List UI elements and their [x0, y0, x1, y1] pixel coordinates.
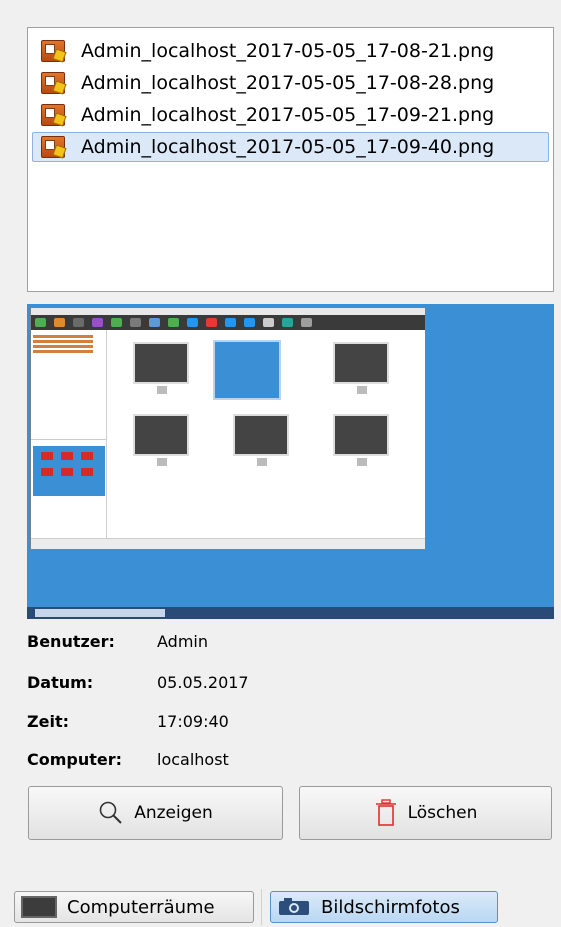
computer-value: localhost	[157, 750, 229, 769]
bottom-tab-bar: Computerräume Bildschirmfotos	[0, 885, 561, 927]
user-value: Admin	[157, 632, 208, 651]
show-button[interactable]: Anzeigen	[28, 786, 283, 840]
preview-sidebar	[31, 330, 107, 540]
time-value: 17:09:40	[157, 712, 229, 731]
delete-button[interactable]: Löschen	[299, 786, 552, 840]
file-name: Admin_localhost_2017-05-05_17-09-40.png	[81, 136, 495, 158]
file-list-item[interactable]: Admin_localhost_2017-05-05_17-09-21.png	[32, 100, 549, 130]
file-name: Admin_localhost_2017-05-05_17-08-21.png	[81, 40, 495, 62]
date-value: 05.05.2017	[157, 673, 249, 692]
file-name: Admin_localhost_2017-05-05_17-08-28.png	[81, 72, 495, 94]
preview-statusbar	[31, 538, 425, 549]
image-file-icon	[41, 104, 67, 127]
delete-button-label: Löschen	[407, 803, 478, 823]
screenshot-preview	[27, 304, 554, 619]
trash-icon	[375, 799, 396, 826]
show-button-label: Anzeigen	[134, 803, 213, 823]
file-list-item-selected[interactable]: Admin_localhost_2017-05-05_17-09-40.png	[32, 132, 549, 162]
file-name: Admin_localhost_2017-05-05_17-09-21.png	[81, 104, 495, 126]
computer-label: Computer:	[27, 750, 123, 769]
preview-toolbar	[31, 315, 425, 330]
tab-screenshots[interactable]: Bildschirmfotos	[270, 891, 498, 923]
preview-taskbar	[27, 607, 554, 619]
camera-icon	[277, 897, 311, 917]
time-label: Zeit:	[27, 712, 69, 731]
image-file-icon	[41, 72, 67, 95]
tab-computer-rooms-label: Computerräume	[67, 896, 215, 918]
preview-app-window	[30, 307, 426, 550]
tab-screenshots-label: Bildschirmfotos	[321, 896, 460, 918]
tab-separator	[261, 889, 262, 925]
image-file-icon	[41, 136, 67, 159]
preview-computer-grid	[109, 330, 425, 540]
file-list-item[interactable]: Admin_localhost_2017-05-05_17-08-21.png	[32, 36, 549, 66]
file-list-item[interactable]: Admin_localhost_2017-05-05_17-08-28.png	[32, 68, 549, 98]
preview-titlebar	[31, 308, 425, 315]
screenshot-file-list[interactable]: Admin_localhost_2017-05-05_17-08-21.png …	[27, 27, 554, 292]
image-file-icon	[41, 40, 67, 63]
user-label: Benutzer:	[27, 632, 115, 651]
magnifier-icon	[99, 801, 122, 824]
tab-computer-rooms[interactable]: Computerräume	[14, 891, 254, 923]
monitor-icon	[21, 896, 57, 918]
date-label: Datum:	[27, 673, 94, 692]
